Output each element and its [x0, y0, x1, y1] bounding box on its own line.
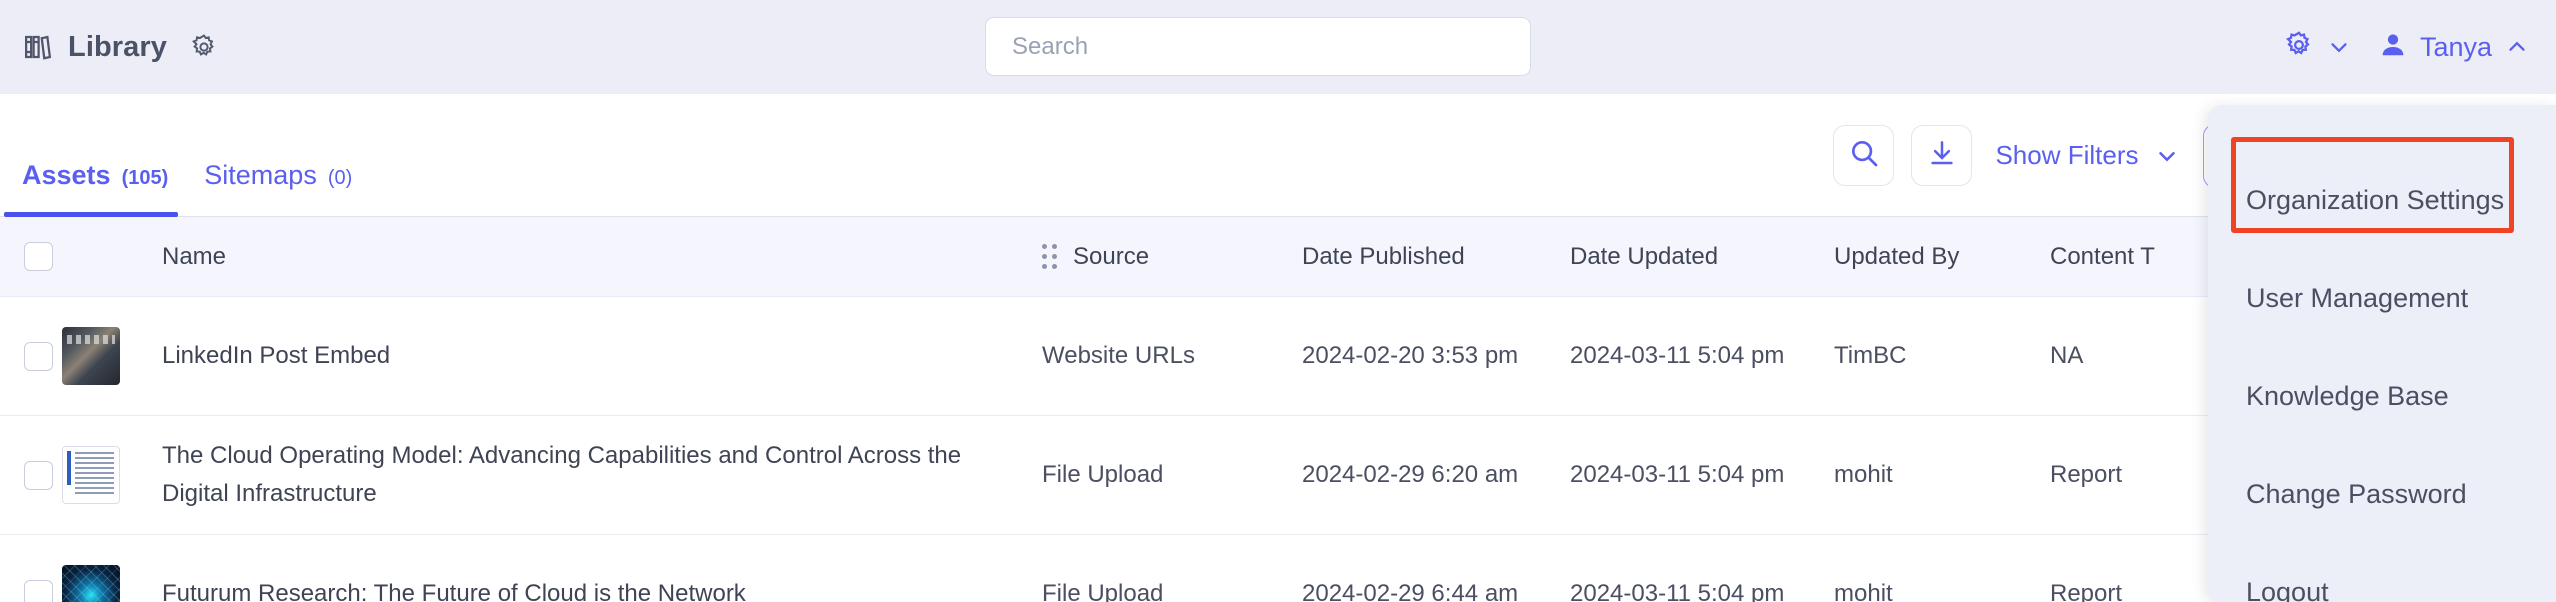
person-icon: [2378, 30, 2408, 65]
asset-name: Futurum Research: The Future of Cloud is…: [162, 579, 746, 602]
row-checkbox[interactable]: [24, 579, 53, 602]
settings-menu-button[interactable]: [2284, 30, 2352, 65]
global-search: [985, 17, 1531, 76]
row-select-cell: [0, 460, 62, 490]
row-date-updated-cell: 2024-03-11 5:04 pm: [1570, 342, 1785, 370]
menu-item-knowledge-base[interactable]: Knowledge Base: [2208, 356, 2556, 436]
row-name-cell[interactable]: Futurum Research: The Future of Cloud is…: [162, 575, 1042, 602]
page-title: Library: [68, 30, 168, 63]
menu-item-user-management[interactable]: User Management: [2208, 258, 2556, 338]
row-thumbnail-cell: [62, 446, 162, 504]
chevron-down-icon: [2326, 34, 2352, 60]
row-updated-by-cell: TimBC: [1834, 342, 1907, 370]
menu-item-logout[interactable]: Logout: [2208, 552, 2556, 602]
row-updated-by-cell: mohit: [1834, 461, 1893, 489]
row-source-cell: File Upload: [1042, 580, 1164, 602]
column-header-date-published[interactable]: Date Published: [1302, 243, 1570, 271]
row-name-cell[interactable]: LinkedIn Post Embed: [162, 337, 1042, 375]
tab-bar: Assets (105) Sitemaps (0): [0, 94, 370, 217]
row-date-updated-cell: 2024-03-11 5:04 pm: [1570, 461, 1785, 489]
search-button[interactable]: [1833, 125, 1895, 186]
menu-divider-space: [2208, 436, 2556, 454]
menu-item-change-password[interactable]: Change Password: [2208, 454, 2556, 534]
row-select-cell: [0, 341, 62, 371]
assets-table: Name Source Date Published Date Updated …: [0, 217, 2556, 602]
download-icon: [1927, 138, 1957, 173]
column-header-name[interactable]: Name: [162, 243, 1042, 271]
column-header-date-updated[interactable]: Date Updated: [1570, 243, 1834, 271]
download-button[interactable]: [1911, 125, 1973, 186]
gear-icon[interactable]: [189, 32, 219, 62]
row-date-published-cell: 2024-02-20 3:53 pm: [1302, 342, 1519, 370]
show-filters-button[interactable]: Show Filters: [1989, 140, 2185, 171]
row-updated-by-cell: mohit: [1834, 580, 1893, 602]
search-input[interactable]: [985, 17, 1531, 76]
row-select-cell: [0, 579, 62, 602]
table-row[interactable]: Futurum Research: The Future of Cloud is…: [0, 535, 2556, 602]
show-filters-label: Show Filters: [1995, 140, 2139, 170]
table-row[interactable]: The Cloud Operating Model: Advancing Cap…: [0, 416, 2556, 535]
asset-name: The Cloud Operating Model: Advancing Cap…: [162, 441, 962, 507]
drag-grip-icon[interactable]: [1042, 244, 1057, 269]
row-checkbox[interactable]: [24, 341, 53, 371]
row-source-cell: File Upload: [1042, 461, 1164, 489]
content-toolbar: Assets (105) Sitemaps (0) Show Filters: [0, 94, 2556, 217]
menu-divider-space: [2208, 338, 2556, 356]
row-thumbnail-cell: [62, 565, 162, 602]
row-name-cell[interactable]: The Cloud Operating Model: Advancing Cap…: [162, 437, 1042, 514]
tab-assets-count: (105): [121, 167, 169, 189]
user-name-label: Tanya: [2419, 31, 2492, 62]
tab-sitemaps-count: (0): [327, 167, 353, 189]
select-all-cell: [0, 242, 62, 271]
network-graphic-thumbnail: [62, 565, 120, 602]
asset-name: LinkedIn Post Embed: [162, 341, 391, 369]
row-date-updated-cell: 2024-03-11 5:04 pm: [1570, 580, 1785, 602]
row-date-published-cell: 2024-02-29 6:44 am: [1302, 580, 1519, 602]
linkedin-post-thumbnail: [62, 327, 120, 385]
menu-item-organization-settings[interactable]: Organization Settings: [2208, 160, 2556, 240]
chevron-up-icon: [2504, 34, 2530, 60]
search-icon: [1848, 137, 1880, 174]
row-date-published-cell: 2024-02-29 6:20 am: [1302, 461, 1519, 489]
row-thumbnail-cell: [62, 327, 162, 385]
header-right-controls: Tanya: [2284, 0, 2530, 94]
column-header-updated-by[interactable]: Updated By: [1834, 243, 2050, 271]
user-dropdown-menu: Organization Settings User Management Kn…: [2208, 105, 2556, 602]
chevron-down-icon: [2154, 143, 2180, 169]
document-page-thumbnail: [62, 446, 120, 504]
library-assets-page: Library Search Tanya Assets (105) Sitema…: [0, 0, 2556, 602]
tab-sitemaps-label: Sitemaps: [204, 160, 317, 190]
select-all-checkbox[interactable]: [24, 242, 53, 271]
tab-assets-label: Assets: [22, 160, 111, 190]
user-menu-button[interactable]: Tanya: [2378, 30, 2530, 65]
brand-area: Library: [22, 31, 219, 64]
tab-sitemaps[interactable]: Sitemaps (0): [186, 160, 370, 217]
table-header-row: Name Source Date Published Date Updated …: [0, 217, 2556, 297]
table-row[interactable]: LinkedIn Post Embed Website URLs 2024-02…: [0, 297, 2556, 416]
tab-assets[interactable]: Assets (105): [4, 160, 186, 217]
menu-divider-space: [2208, 534, 2556, 552]
menu-divider-space: [2208, 240, 2556, 258]
row-source-cell: Website URLs: [1042, 342, 1195, 370]
column-header-source[interactable]: Source: [1042, 243, 1302, 271]
row-checkbox[interactable]: [24, 460, 53, 490]
top-header-bar: Library Search Tanya: [0, 0, 2556, 94]
gear-icon: [2284, 30, 2314, 65]
books-library-icon: [22, 31, 54, 63]
